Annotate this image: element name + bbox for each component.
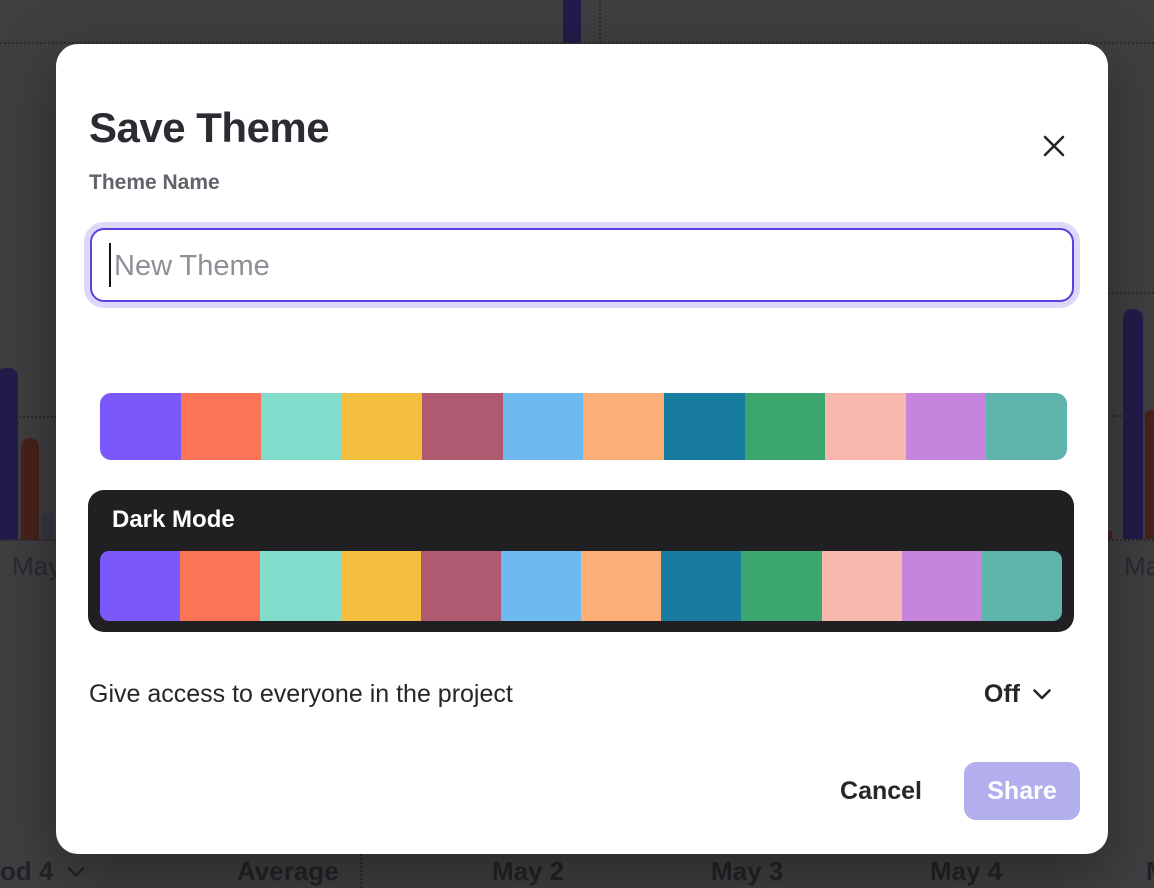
palette-swatch bbox=[982, 551, 1062, 621]
dark-mode-card: Dark Mode bbox=[88, 490, 1074, 632]
palette-swatch bbox=[260, 551, 340, 621]
light-mode-palette bbox=[100, 393, 1067, 460]
chart-bar bbox=[563, 0, 581, 43]
access-value: Off bbox=[984, 680, 1020, 709]
theme-name-label: Theme Name bbox=[89, 171, 220, 195]
palette-swatch bbox=[180, 551, 260, 621]
period-label: od 4 bbox=[0, 856, 53, 887]
period-dropdown[interactable]: od 4 bbox=[0, 856, 85, 887]
share-button[interactable]: Share bbox=[964, 762, 1080, 820]
palette-swatch bbox=[825, 393, 906, 460]
gridline bbox=[0, 539, 56, 541]
axis-label-may3: May 3 bbox=[711, 856, 783, 887]
palette-swatch bbox=[741, 551, 821, 621]
axis-label-right-partial: M bbox=[1146, 856, 1154, 887]
axis-label-may2: May 2 bbox=[492, 856, 564, 887]
x-axis-label-right: Ma bbox=[1124, 551, 1154, 582]
chart-bar bbox=[21, 438, 39, 540]
palette-swatch bbox=[100, 551, 180, 621]
palette-swatch bbox=[342, 393, 423, 460]
text-caret bbox=[109, 243, 111, 287]
gridline bbox=[1108, 539, 1154, 541]
chevron-down-icon bbox=[67, 866, 85, 878]
palette-swatch bbox=[902, 551, 982, 621]
chart-bar bbox=[1145, 410, 1154, 539]
chart-bar bbox=[0, 368, 18, 540]
palette-swatch bbox=[501, 551, 581, 621]
close-button[interactable] bbox=[1036, 128, 1072, 164]
axis-label-average: Average bbox=[237, 856, 339, 887]
close-icon bbox=[1041, 133, 1067, 159]
palette-swatch bbox=[661, 551, 741, 621]
chart-bar bbox=[41, 512, 54, 540]
dark-mode-palette bbox=[100, 551, 1062, 621]
palette-swatch bbox=[745, 393, 826, 460]
app-canvas: May Ma od 4 Average May 2 May 3 May 4 M … bbox=[0, 0, 1154, 888]
modal-actions: Cancel Share bbox=[840, 762, 1080, 820]
palette-swatch bbox=[986, 393, 1067, 460]
cancel-button[interactable]: Cancel bbox=[840, 777, 922, 806]
palette-swatch bbox=[581, 551, 661, 621]
axis-separator bbox=[360, 854, 362, 888]
access-dropdown[interactable]: Off bbox=[984, 676, 1052, 713]
dark-mode-label: Dark Mode bbox=[112, 506, 235, 534]
save-theme-modal: Save Theme Theme Name Light Mode Dark Mo… bbox=[56, 44, 1108, 854]
chart-bar bbox=[1108, 531, 1112, 539]
palette-swatch bbox=[664, 393, 745, 460]
modal-title: Save Theme bbox=[89, 104, 329, 152]
palette-swatch bbox=[181, 393, 262, 460]
palette-swatch bbox=[583, 393, 664, 460]
access-label: Give access to everyone in the project bbox=[89, 680, 513, 709]
palette-swatch bbox=[100, 393, 181, 460]
palette-swatch bbox=[906, 393, 987, 460]
gridline bbox=[1108, 292, 1154, 294]
palette-swatch bbox=[822, 551, 902, 621]
palette-swatch bbox=[503, 393, 584, 460]
chart-bar bbox=[1123, 309, 1143, 539]
palette-swatch bbox=[261, 393, 342, 460]
chevron-down-icon bbox=[1032, 688, 1052, 701]
palette-swatch bbox=[422, 393, 503, 460]
gridline bbox=[599, 0, 601, 43]
theme-name-input[interactable] bbox=[112, 230, 1046, 302]
palette-swatch bbox=[341, 551, 421, 621]
theme-name-input-wrapper bbox=[90, 228, 1074, 302]
x-axis-label-left: May bbox=[12, 551, 61, 582]
palette-swatch bbox=[421, 551, 501, 621]
axis-label-may4: May 4 bbox=[930, 856, 1002, 887]
